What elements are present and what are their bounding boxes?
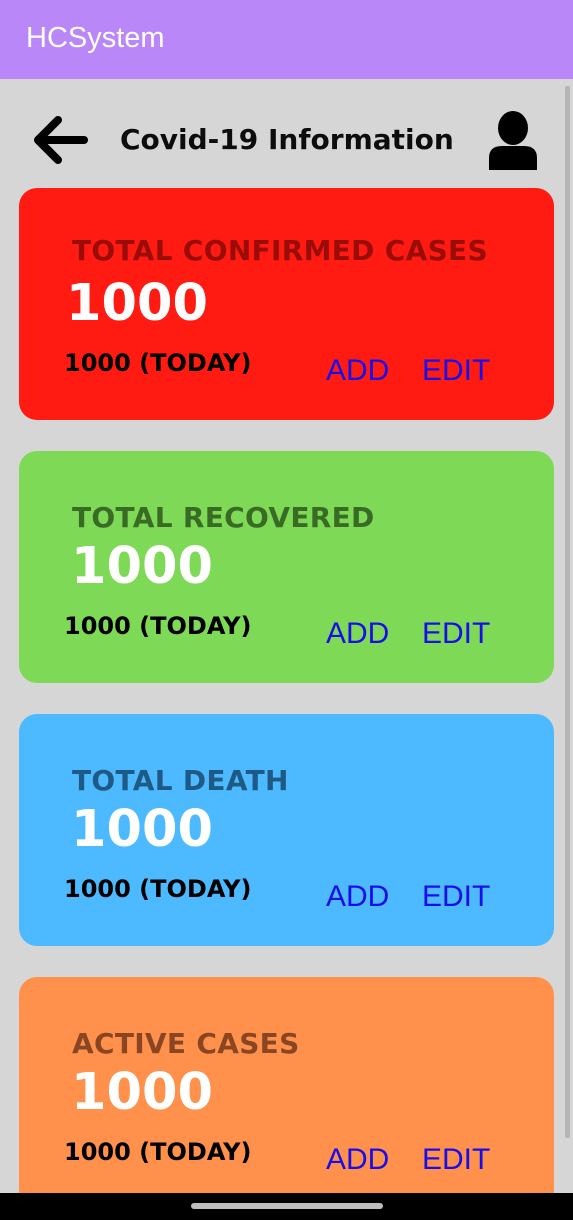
back-button[interactable]: [30, 114, 90, 166]
card-value: 1000: [71, 537, 213, 596]
app-bar: HCSystem: [0, 0, 573, 79]
scrollbar[interactable]: [565, 86, 570, 1138]
edit-button[interactable]: EDIT: [422, 880, 490, 914]
card-today: 1000 (TODAY): [64, 612, 252, 640]
card-total-confirmed: TOTAL CONFIRMED CASES 1000 1000 (TODAY) …: [19, 188, 554, 420]
edit-button[interactable]: EDIT: [422, 1143, 490, 1177]
card-value: 1000: [66, 274, 208, 333]
page-title: Covid-19 Information: [120, 123, 454, 156]
card-value: 1000: [71, 1063, 213, 1122]
card-total-death: TOTAL DEATH 1000 1000 (TODAY) ADD EDIT: [19, 714, 554, 946]
edit-button[interactable]: EDIT: [422, 354, 490, 388]
card-today: 1000 (TODAY): [64, 875, 252, 903]
add-button[interactable]: ADD: [326, 1143, 389, 1177]
card-today: 1000 (TODAY): [64, 349, 252, 377]
arrow-left-icon: [34, 116, 88, 164]
card-value: 1000: [71, 800, 213, 859]
system-nav-bar: [0, 1193, 573, 1220]
add-button[interactable]: ADD: [326, 880, 389, 914]
card-title: ACTIVE CASES: [72, 1027, 300, 1060]
user-avatar-icon: [489, 111, 537, 170]
edit-button[interactable]: EDIT: [422, 617, 490, 651]
card-today: 1000 (TODAY): [64, 1138, 252, 1166]
card-total-recovered: TOTAL RECOVERED 1000 1000 (TODAY) ADD ED…: [19, 451, 554, 683]
card-title: TOTAL DEATH: [72, 764, 289, 797]
app-title: HCSystem: [26, 22, 165, 54]
user-avatar-button[interactable]: [486, 110, 540, 172]
add-button[interactable]: ADD: [326, 617, 389, 651]
card-title: TOTAL CONFIRMED CASES: [72, 234, 488, 267]
home-indicator[interactable]: [191, 1203, 383, 1209]
card-active-cases: ACTIVE CASES 1000 1000 (TODAY) ADD EDIT: [19, 977, 554, 1209]
card-title: TOTAL RECOVERED: [72, 501, 375, 534]
add-button[interactable]: ADD: [326, 354, 389, 388]
